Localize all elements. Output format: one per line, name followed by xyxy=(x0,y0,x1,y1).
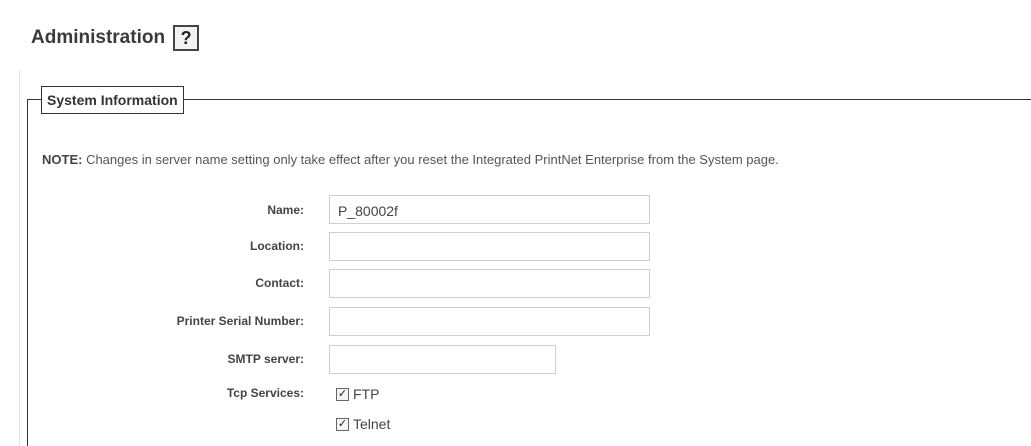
contact-label: Contact: xyxy=(255,276,304,290)
serial-input[interactable] xyxy=(329,307,650,336)
location-label: Location: xyxy=(250,239,304,253)
contact-input[interactable] xyxy=(329,269,650,298)
smtp-input[interactable] xyxy=(329,345,556,374)
note-label: NOTE: xyxy=(42,152,83,167)
page-header: Administration ? xyxy=(31,22,200,54)
checkbox-checked-icon[interactable]: ✓ xyxy=(336,387,349,401)
tcp-services-label: Tcp Services: xyxy=(226,386,304,400)
section-legend: System Information xyxy=(41,86,184,114)
checkbox-checked-icon[interactable]: ✓ xyxy=(336,417,349,431)
page-title: Administration xyxy=(31,27,166,48)
name-input[interactable] xyxy=(329,195,650,224)
name-label: Name: xyxy=(267,203,304,217)
ftp-option[interactable]: ✓ FTP xyxy=(336,386,379,402)
serial-label: Printer Serial Number: xyxy=(176,314,304,328)
note-text: NOTE: Changes in server name setting onl… xyxy=(42,152,779,167)
note-body: Changes in server name setting only take… xyxy=(82,152,779,167)
location-input[interactable] xyxy=(329,232,650,261)
smtp-label: SMTP server: xyxy=(227,352,304,366)
telnet-option[interactable]: ✓ Telnet xyxy=(336,416,390,432)
content-left-border xyxy=(19,70,20,446)
ftp-label: FTP xyxy=(353,386,380,402)
telnet-label: Telnet xyxy=(353,416,391,432)
help-icon[interactable]: ? xyxy=(173,25,200,51)
